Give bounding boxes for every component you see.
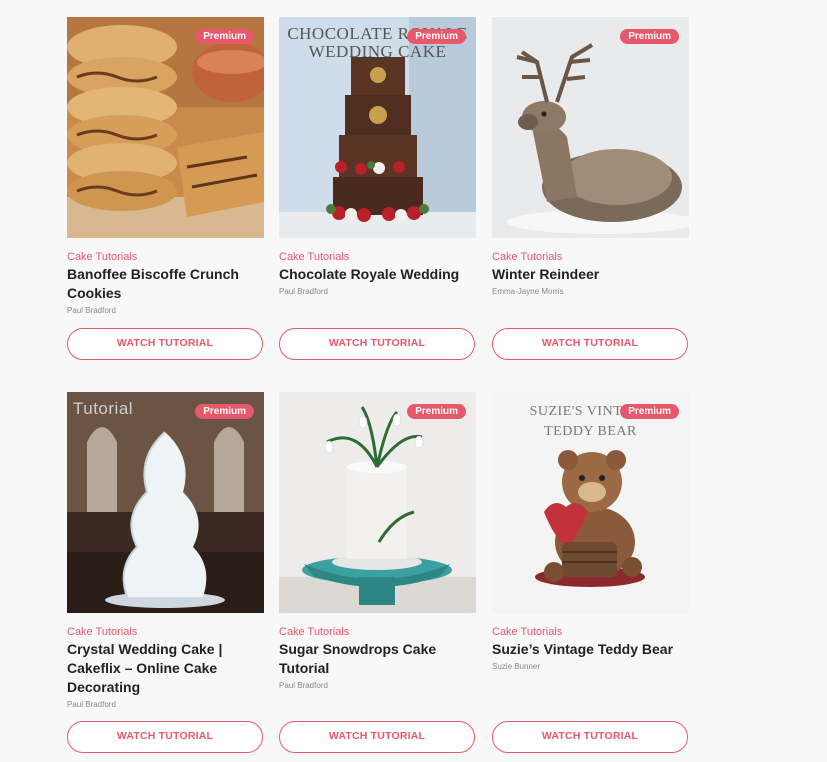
card-category[interactable]: Cake Tutorials <box>492 625 689 639</box>
card-category[interactable]: Cake Tutorials <box>67 625 264 639</box>
tutorial-card[interactable]: CHOCOLATE ROYALE WEDDING CAKE Premium Ca… <box>279 17 476 360</box>
watch-tutorial-button[interactable]: WATCH TUTORIAL <box>492 721 688 753</box>
watch-tutorial-button[interactable]: WATCH TUTORIAL <box>279 328 475 360</box>
tutorial-card[interactable]: Premium Cake Tutorials Winter Reindeer E… <box>492 17 689 360</box>
card-author: Suzie Bunner <box>492 662 541 671</box>
premium-badge: Premium <box>407 404 466 419</box>
premium-badge: Premium <box>195 29 254 44</box>
premium-badge: Premium <box>620 404 679 419</box>
card-category[interactable]: Cake Tutorials <box>492 250 689 264</box>
cookies-image <box>67 17 264 238</box>
card-category[interactable]: Cake Tutorials <box>279 625 476 639</box>
tutorial-card[interactable]: Premium Cake Tutorials Sugar Snowdrops C… <box>279 392 476 753</box>
card-author: Emma-Jayne Morris <box>492 287 564 296</box>
premium-badge: Premium <box>620 29 679 44</box>
card-author: Paul Bradford <box>279 681 328 690</box>
card-title[interactable]: Banoffee Biscoffe Crunch Cookies <box>67 265 264 303</box>
watch-tutorial-button[interactable]: WATCH TUTORIAL <box>67 328 263 360</box>
thumbnail-snowdrops-cake[interactable]: Premium <box>279 392 476 613</box>
tutorial-card[interactable]: Tutorial Premium Cake Tutorials Crystal … <box>67 392 264 753</box>
card-title[interactable]: Sugar Snowdrops Cake Tutorial <box>279 640 476 678</box>
watch-tutorial-button[interactable]: WATCH TUTORIAL <box>67 721 263 753</box>
card-title[interactable]: Crystal Wedding Cake | Cakeflix – Online… <box>67 640 264 697</box>
tutorial-card[interactable]: SUZIE'S VINTAGE TEDDY BEAR Premium Cake … <box>492 392 689 753</box>
watch-tutorial-button[interactable]: WATCH TUTORIAL <box>492 328 688 360</box>
premium-badge: Premium <box>407 29 466 44</box>
crystal-cake-image <box>67 392 264 613</box>
card-author: Paul Bradford <box>67 306 116 315</box>
reindeer-image <box>492 17 689 238</box>
thumbnail-reindeer[interactable]: Premium <box>492 17 689 238</box>
thumbnail-chocolate-cake[interactable]: CHOCOLATE ROYALE WEDDING CAKE Premium <box>279 17 476 238</box>
card-category[interactable]: Cake Tutorials <box>67 250 264 264</box>
premium-badge: Premium <box>195 404 254 419</box>
card-author: Paul Bradford <box>67 700 116 709</box>
card-author: Paul Bradford <box>279 287 328 296</box>
card-title[interactable]: Chocolate Royale Wedding <box>279 265 476 284</box>
watch-tutorial-button[interactable]: WATCH TUTORIAL <box>279 721 475 753</box>
thumbnail-cookies[interactable]: Premium <box>67 17 264 238</box>
thumbnail-teddy-bear[interactable]: SUZIE'S VINTAGE TEDDY BEAR Premium <box>492 392 689 613</box>
card-category[interactable]: Cake Tutorials <box>279 250 476 264</box>
snowdrops-cake-image <box>279 392 476 613</box>
thumbnail-overlay-text: Tutorial <box>73 399 134 418</box>
thumbnail-crystal-cake[interactable]: Tutorial Premium <box>67 392 264 613</box>
tutorial-card[interactable]: Premium Cake Tutorials Banoffee Biscoffe… <box>67 17 264 360</box>
card-title[interactable]: Winter Reindeer <box>492 265 689 284</box>
card-title[interactable]: Suzie’s Vintage Teddy Bear <box>492 640 689 659</box>
